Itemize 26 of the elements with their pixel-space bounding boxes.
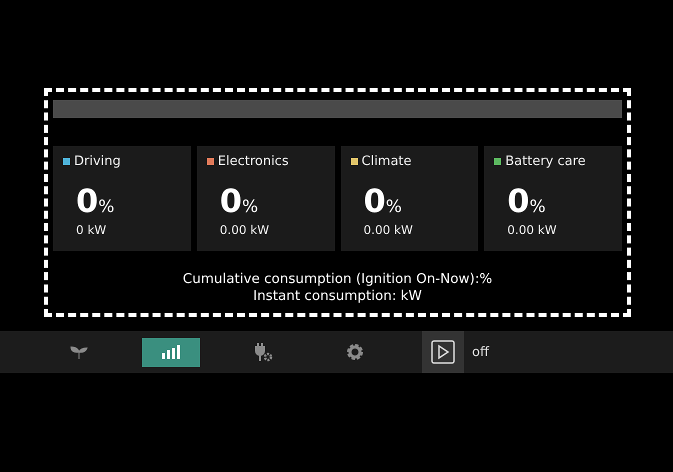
percent-value: 0 (220, 182, 242, 220)
summary-text: Instant consumption: kW (253, 288, 422, 305)
power-value: 0.00 kW (507, 223, 557, 237)
playback-state: off (472, 344, 489, 360)
play-button[interactable] (422, 331, 464, 373)
percent-unit: % (242, 197, 258, 217)
percent-value: 0 (364, 182, 386, 220)
percent-value: 0 (76, 182, 98, 220)
play-icon (431, 340, 455, 364)
percent-unit: % (98, 197, 114, 217)
settings-icon (345, 342, 365, 362)
category-name: Electronics (218, 154, 289, 169)
summary-text: Cumulative consumption (Ignition On-Now):% (182, 271, 492, 288)
chart-tab[interactable] (142, 338, 200, 366)
percent-unit: % (386, 197, 402, 217)
category-name: Driving (74, 154, 121, 169)
power-value: 0 kW (76, 223, 106, 237)
plug-gear-icon (253, 342, 273, 362)
percent-unit: % (530, 197, 546, 217)
category-name: Battery care (505, 154, 586, 169)
power-value: 0.00 kW (364, 223, 413, 237)
power-value: 0.00 kW (220, 223, 270, 237)
category-name: Climate (362, 154, 412, 169)
sprout-icon (70, 345, 88, 359)
bar-chart-icon (161, 345, 181, 359)
percent-value: 0 (507, 182, 530, 220)
